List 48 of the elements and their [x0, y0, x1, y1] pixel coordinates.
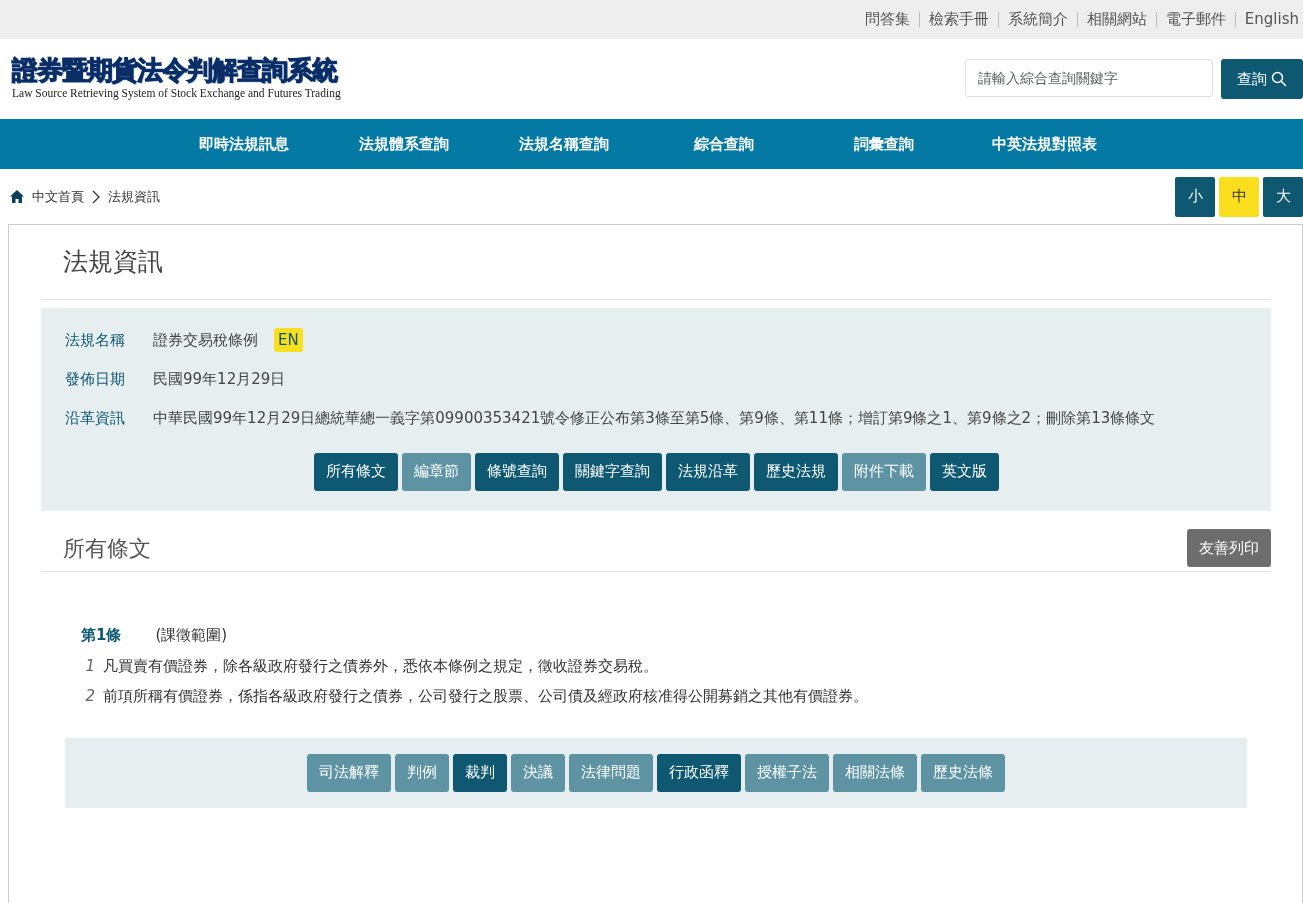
- action-button[interactable]: 英文版: [929, 453, 999, 491]
- nav-link[interactable]: 即時法規訊息: [164, 132, 324, 156]
- top-link[interactable]: 電子郵件: [1165, 8, 1226, 31]
- breadcrumb-link[interactable]: 中文首頁: [32, 186, 84, 207]
- action-button[interactable]: 所有條文: [313, 453, 398, 491]
- top-link[interactable]: 系統簡介: [1007, 8, 1068, 31]
- paragraph-text: 前項所稱有價證券，係指各級政府發行之債券，公司發行之股票、公司債及經政府核准得公開募銷之其他有價證券。: [103, 686, 868, 707]
- paragraph-number: 1: [84, 655, 95, 677]
- search-field[interactable]: 請輸入綜合查詢關鍵字: [965, 59, 1213, 97]
- font-size-button[interactable]: 中: [1219, 176, 1259, 217]
- search-button[interactable]: 查詢: [1221, 59, 1303, 99]
- nav-link[interactable]: 綜合查詢: [644, 132, 804, 156]
- article-caption: (課徵範圍): [155, 625, 228, 646]
- logo-title[interactable]: 證券暨期貨法令判解查詢系統: [12, 56, 341, 85]
- section-title: 所有條文: [63, 534, 151, 563]
- article-number: 第1條: [81, 625, 122, 646]
- page-title: 法規資訊: [41, 225, 1271, 300]
- nav-link[interactable]: 法規名稱查詢: [484, 132, 644, 156]
- nav-link[interactable]: 中英法規對照表: [964, 132, 1124, 156]
- top-link[interactable]: 檢索手冊: [928, 8, 989, 31]
- breadcrumb-link[interactable]: 法規資訊: [108, 186, 160, 207]
- nav-link[interactable]: 法規體系查詢: [324, 132, 484, 156]
- logo-subtitle: Law Source Retrieving System of Stock Exchange and Futures Trading: [12, 85, 341, 102]
- action-button[interactable]: 關鍵字查詢: [562, 453, 662, 491]
- field-label: 沿革資訊: [65, 407, 126, 429]
- action-button[interactable]: 條號查詢: [474, 453, 559, 491]
- font-size-button[interactable]: 小: [1175, 176, 1215, 217]
- top-link[interactable]: 問答集: [864, 8, 910, 31]
- paragraph-number: 2: [84, 686, 95, 707]
- nav-link[interactable]: 詞彙查詢: [804, 132, 964, 156]
- action-button[interactable]: 歷史法規: [753, 453, 838, 491]
- search-icon: [1271, 71, 1287, 87]
- field-label: 法規名稱: [65, 329, 126, 351]
- font-size-button[interactable]: 大: [1263, 176, 1303, 217]
- field-value: 證券交易稅條例: [153, 329, 258, 351]
- print-button[interactable]: 友善列印: [1187, 529, 1271, 567]
- home-icon: [10, 190, 24, 203]
- paragraph-text: 凡買賣有價證券，除各級政府發行之債券外，悉依本條例之規定，徵收證券交易稅。: [103, 655, 658, 677]
- action-button[interactable]: 法規沿革: [665, 453, 750, 491]
- field-value: 民國99年12月29日: [153, 369, 286, 390]
- top-link[interactable]: English: [1244, 8, 1299, 31]
- field-value: 中華民國99年12月29日總統華總一義字第09900353421號令修正公布第3條至第5條、第9條、第11條；增訂第9條之1、第9條之2；刪除第13條條文: [153, 407, 1156, 429]
- action-button[interactable]: 裁判: [453, 753, 507, 792]
- chevron-right-icon: [92, 189, 100, 204]
- action-button[interactable]: 行政函釋: [657, 753, 741, 792]
- top-link[interactable]: 相關網站: [1086, 8, 1147, 31]
- english-badge[interactable]: EN: [274, 327, 303, 352]
- field-label: 發佈日期: [65, 369, 126, 390]
